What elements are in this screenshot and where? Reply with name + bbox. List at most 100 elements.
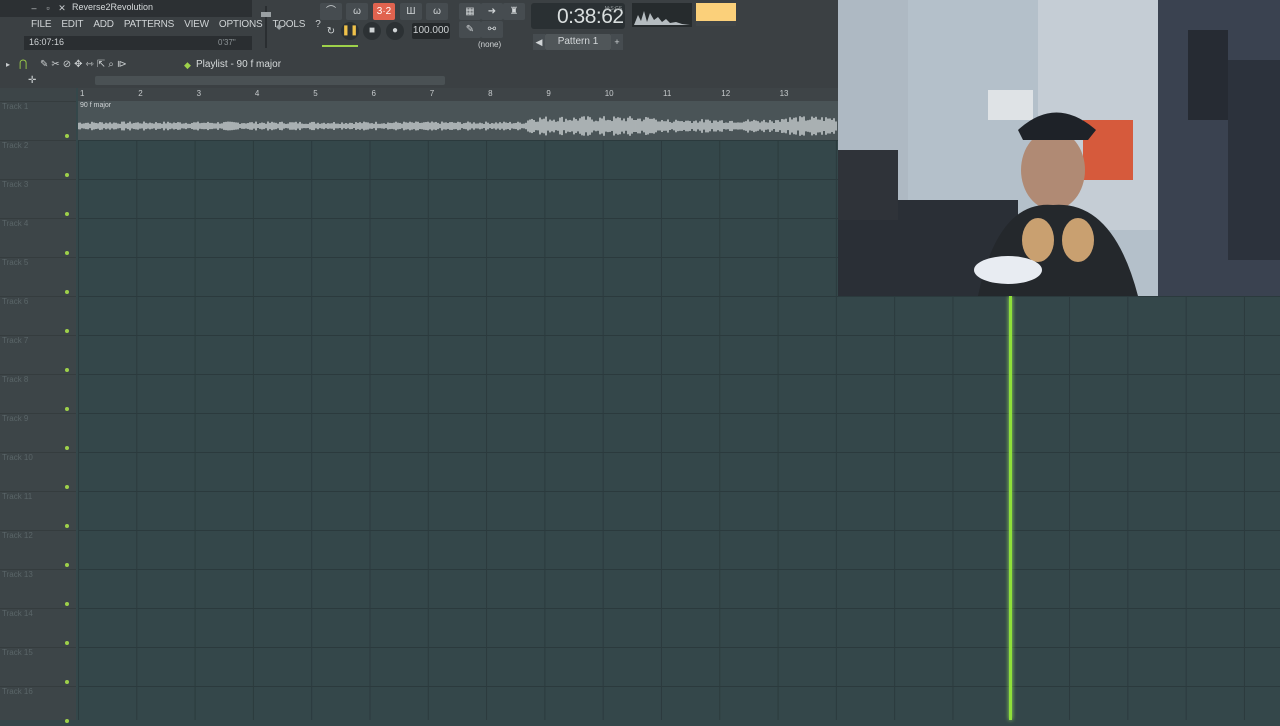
track-header[interactable]: Track 6 bbox=[0, 296, 76, 336]
metronome-icon[interactable]: ⌒ bbox=[320, 3, 342, 20]
bar-number: 2 bbox=[138, 89, 143, 98]
bar-number: 7 bbox=[429, 89, 435, 98]
record-button[interactable]: ● bbox=[386, 22, 404, 40]
track-header[interactable]: Track 7 bbox=[0, 335, 76, 375]
track-header[interactable]: Track 2 bbox=[0, 140, 76, 180]
blend-notes-icon[interactable]: ω bbox=[426, 3, 448, 20]
menu-view[interactable]: VIEW bbox=[179, 18, 214, 32]
bar-number: 12 bbox=[721, 89, 731, 98]
track-mute-led[interactable] bbox=[65, 212, 69, 216]
track-mute-led[interactable] bbox=[65, 368, 69, 372]
track-header[interactable]: Track 16 bbox=[0, 686, 76, 726]
track-header[interactable]: Track 14 bbox=[0, 608, 76, 648]
scroll-handle-icon[interactable]: ✛ bbox=[28, 75, 36, 86]
close-icon[interactable]: ✕ bbox=[56, 2, 68, 14]
typing-keyboard-icon[interactable]: ♜ bbox=[503, 3, 525, 20]
menu-tools[interactable]: TOOLS bbox=[267, 18, 310, 32]
track-mute-led[interactable] bbox=[65, 641, 69, 645]
menu-options[interactable]: OPTIONS bbox=[214, 18, 268, 32]
track-mute-led[interactable] bbox=[65, 251, 69, 255]
piano-keyboard-icon[interactable]: ▦ bbox=[459, 3, 481, 20]
track-header[interactable]: Track 9 bbox=[0, 413, 76, 453]
playlist-menu-icon[interactable]: ▸ bbox=[6, 60, 10, 69]
track-name: Track 5 bbox=[2, 258, 29, 267]
countdown-icon[interactable]: 3·2 bbox=[373, 3, 395, 20]
track-header[interactable]: Track 4 bbox=[0, 218, 76, 258]
bar-number: 3 bbox=[196, 89, 202, 98]
track-mute-led[interactable] bbox=[65, 407, 69, 411]
track-header[interactable]: Track 3 bbox=[0, 179, 76, 219]
step-edit-icon[interactable]: Ш bbox=[400, 3, 422, 20]
webcam-overlay bbox=[838, 0, 1280, 296]
track-header[interactable]: Track 11 bbox=[0, 491, 76, 531]
pattern-selector[interactable]: Pattern 1 bbox=[545, 34, 611, 50]
track-mute-led[interactable] bbox=[65, 602, 69, 606]
master-volume-knob[interactable] bbox=[261, 12, 271, 17]
track-mute-led[interactable] bbox=[65, 134, 69, 138]
track-name: Track 4 bbox=[2, 219, 29, 228]
track-header[interactable]: Track 1 bbox=[0, 101, 76, 141]
bar-number: 11 bbox=[663, 89, 672, 98]
menu-edit[interactable]: EDIT bbox=[56, 18, 88, 32]
track-name: Track 13 bbox=[2, 570, 33, 579]
playlist-marker-icon: ◆ bbox=[184, 60, 191, 70]
track-name: Track 8 bbox=[2, 375, 29, 384]
loop-icon[interactable]: ↻ bbox=[320, 23, 342, 40]
track-mute-led[interactable] bbox=[65, 485, 69, 489]
pattern-add-icon[interactable]: + bbox=[611, 34, 623, 50]
track-header[interactable]: Track 5 bbox=[0, 257, 76, 297]
track-name: Track 12 bbox=[2, 531, 33, 540]
webcam-image bbox=[838, 0, 1280, 296]
arrow-icon[interactable]: ➜ bbox=[481, 3, 503, 20]
restore-icon[interactable]: ▫ bbox=[42, 2, 54, 14]
stop-button[interactable]: ■ bbox=[363, 22, 381, 40]
hint-value: 0'37" bbox=[218, 38, 236, 47]
bar-number: 9 bbox=[546, 89, 551, 98]
track-name: Track 6 bbox=[2, 297, 29, 306]
track-name: Track 3 bbox=[2, 180, 29, 189]
track-header[interactable]: Track 10 bbox=[0, 452, 76, 492]
audio-clip[interactable]: 90 f major bbox=[78, 101, 838, 140]
song-time-display[interactable]: 0:38:62 M:S:CS bbox=[531, 3, 625, 29]
track-header[interactable]: Track 15 bbox=[0, 647, 76, 687]
wait-input-icon[interactable]: ω bbox=[346, 3, 368, 20]
pitch-knob-icon[interactable]: ◆ bbox=[276, 22, 284, 31]
timeline-ruler[interactable]: 1 2 3 4 5 6 7 8 9 10 11 12 13 bbox=[78, 88, 838, 102]
pause-button[interactable]: ❚❚ bbox=[341, 22, 359, 40]
bar-number: 8 bbox=[488, 89, 493, 98]
track-mute-led[interactable] bbox=[65, 563, 69, 567]
minimize-icon[interactable]: – bbox=[28, 2, 40, 14]
track-name: Track 14 bbox=[2, 609, 33, 618]
menu-patterns[interactable]: PATTERNS bbox=[119, 18, 179, 32]
playlist-title: Playlist - 90 f major bbox=[196, 59, 282, 70]
menu-file[interactable]: FILE bbox=[26, 18, 56, 32]
track-header[interactable]: Track 12 bbox=[0, 530, 76, 570]
track-mute-led[interactable] bbox=[65, 524, 69, 528]
track-mute-led[interactable] bbox=[65, 329, 69, 333]
track-header[interactable]: Track 13 bbox=[0, 569, 76, 609]
pencil-icon[interactable]: ✎ bbox=[459, 21, 481, 38]
playlist-toolbar: ▸ ⋂ ✎✂⊘✥⇿⇱⌕⧐ ◆ Playlist - 90 f major bbox=[0, 57, 838, 74]
track-name: Track 16 bbox=[2, 687, 33, 696]
memory-meter bbox=[696, 21, 736, 26]
snap-magnet-icon[interactable]: ⋂ bbox=[19, 59, 27, 70]
link-icon[interactable]: ⚯ bbox=[481, 21, 503, 38]
pattern-target-label[interactable]: (none) bbox=[478, 40, 501, 49]
horizontal-scrollbar[interactable] bbox=[95, 76, 445, 85]
playhead[interactable] bbox=[1009, 296, 1012, 720]
tempo-field[interactable]: 100.000 bbox=[412, 23, 450, 39]
track-mute-led[interactable] bbox=[65, 446, 69, 450]
playlist-tools[interactable]: ✎✂⊘✥⇿⇱⌕⧐ bbox=[40, 59, 130, 70]
cpu-meter bbox=[696, 3, 736, 21]
pattern-prev-icon[interactable]: ◀ bbox=[533, 34, 545, 50]
song-position-bar[interactable] bbox=[322, 45, 358, 47]
main-toolbar: – ▫ ✕ Reverse2Revolution FILE EDIT ADD P… bbox=[0, 0, 838, 58]
track-header[interactable]: Track 8 bbox=[0, 374, 76, 414]
bar-number: 5 bbox=[313, 89, 318, 98]
track-mute-led[interactable] bbox=[65, 680, 69, 684]
menu-add[interactable]: ADD bbox=[88, 18, 119, 32]
track-mute-led[interactable] bbox=[65, 173, 69, 177]
bar-number: 10 bbox=[604, 89, 614, 98]
track-name: Track 9 bbox=[2, 414, 29, 423]
track-mute-led[interactable] bbox=[65, 290, 69, 294]
